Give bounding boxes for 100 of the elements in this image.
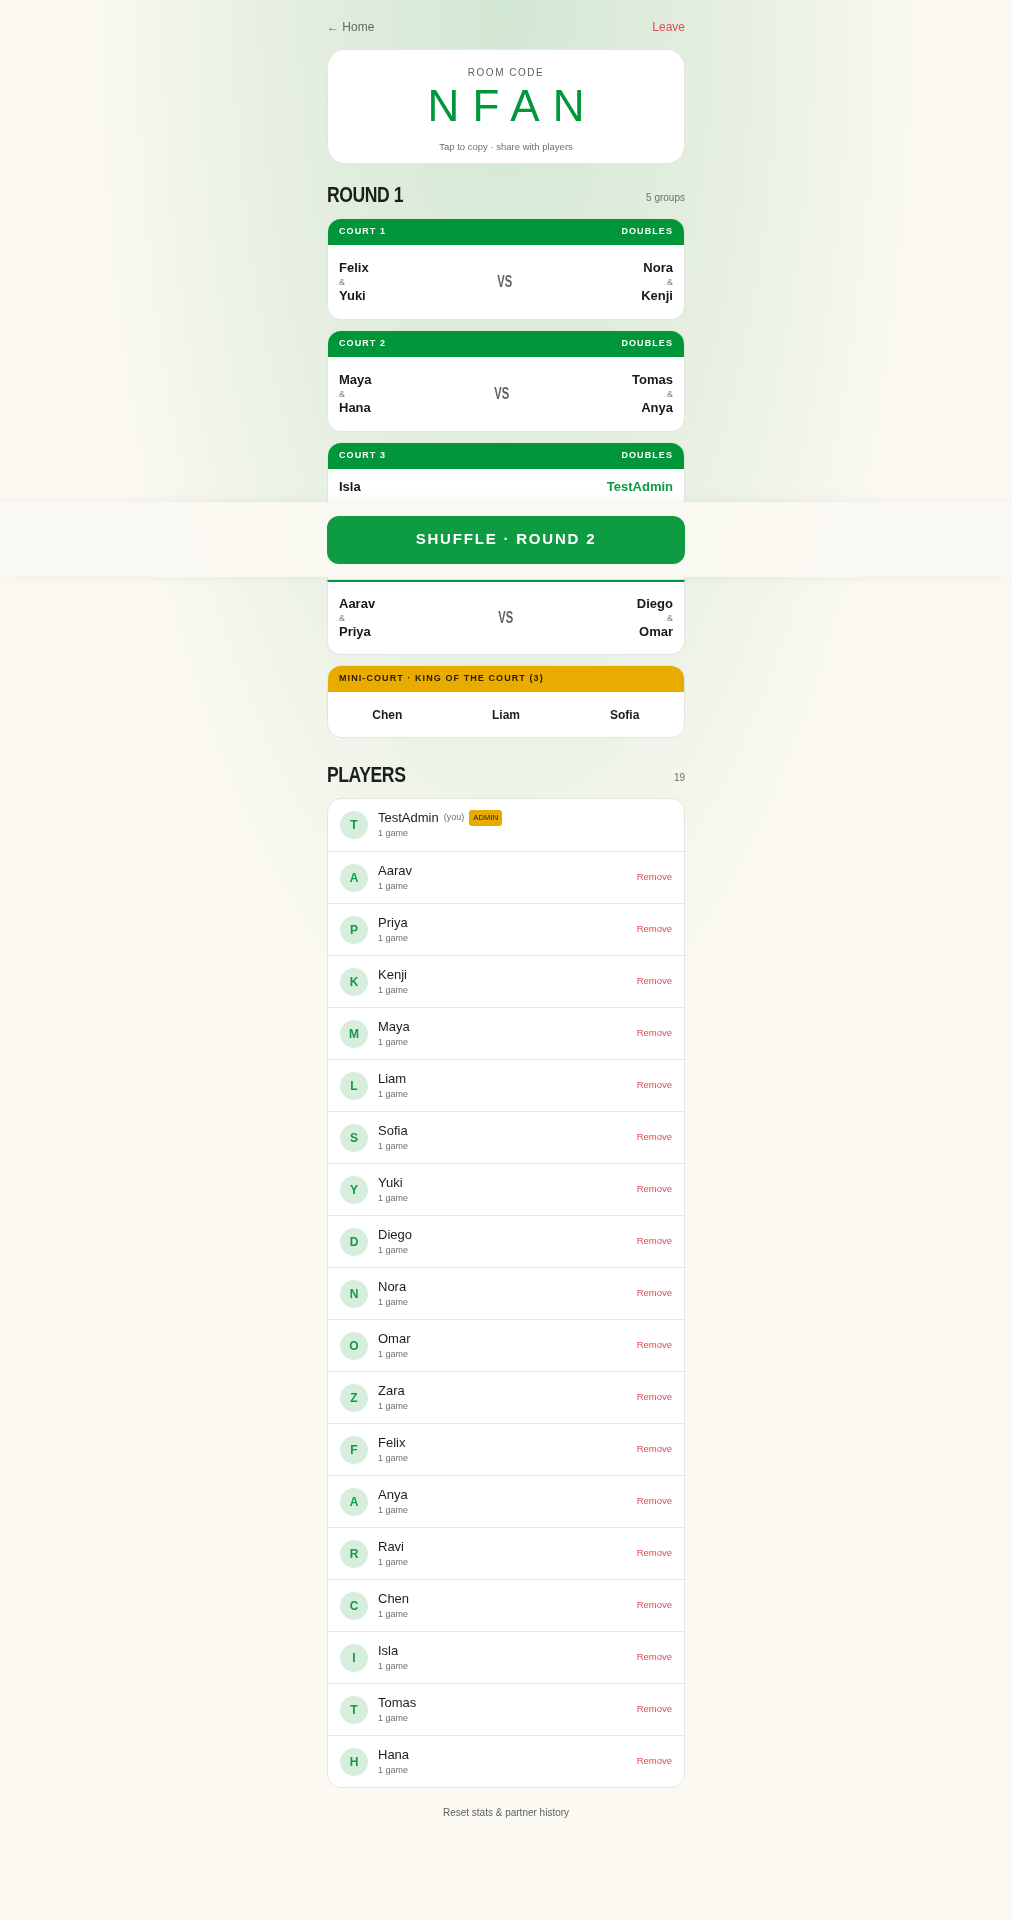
avatar: I xyxy=(340,1643,368,1672)
vs-label: VS xyxy=(494,384,510,404)
avatar: S xyxy=(340,1123,368,1152)
ampersand: & xyxy=(666,612,673,624)
games-count: 1 game xyxy=(378,1659,410,1673)
avatar: T xyxy=(340,811,368,839)
remove-button[interactable]: Remove xyxy=(636,1598,672,1613)
player-name: Priya xyxy=(378,914,408,931)
games-count: 1 game xyxy=(378,1555,410,1569)
avatar: F xyxy=(340,1435,368,1464)
avatar: L xyxy=(340,1071,368,1100)
player-name: Chen xyxy=(371,706,404,724)
home-link[interactable]: ← Home xyxy=(327,18,375,36)
remove-button[interactable]: Remove xyxy=(636,1702,672,1717)
player-name: Priya xyxy=(339,624,371,640)
room-code: NFAN xyxy=(426,82,598,130)
remove-button[interactable]: Remove xyxy=(636,1286,672,1301)
games-count: 1 game xyxy=(378,983,410,997)
player-name: Anya xyxy=(378,1486,408,1503)
avatar: K xyxy=(340,967,368,996)
player-name: Isla xyxy=(378,1642,399,1659)
leave-link[interactable]: Leave xyxy=(652,18,685,36)
court-label: COURT 3 xyxy=(339,449,387,463)
shuffle-button[interactable]: SHUFFLE · ROUND 2 xyxy=(327,515,685,564)
player-name: Chen xyxy=(378,1590,410,1607)
match-type: DOUBLES xyxy=(621,337,673,351)
player-name: Aarav xyxy=(339,596,376,612)
games-count: 1 game xyxy=(378,1191,410,1205)
remove-button[interactable]: Remove xyxy=(636,1494,672,1509)
games-count: 1 game xyxy=(378,1607,410,1621)
avatar: M xyxy=(340,1019,368,1048)
remove-button[interactable]: Remove xyxy=(636,1234,672,1249)
player-name: Tomas xyxy=(378,1694,417,1711)
ampersand: & xyxy=(667,388,673,400)
avatar: R xyxy=(340,1539,368,1568)
remove-button[interactable]: Remove xyxy=(636,1026,672,1041)
player-name: Isla xyxy=(339,479,361,495)
games-count: 1 game xyxy=(378,931,410,945)
player-name: Aarav xyxy=(378,862,412,879)
count-label: 19 xyxy=(673,771,685,785)
games-count: 1 game xyxy=(378,1711,410,1725)
remove-button[interactable]: Remove xyxy=(636,1650,672,1665)
player-name: Hana xyxy=(378,1746,410,1763)
round-title: ROUND 1 xyxy=(327,182,404,208)
player-name: Kenji xyxy=(378,966,407,983)
player-name: TestAdmin xyxy=(378,810,439,826)
avatar: N xyxy=(340,1279,368,1308)
player-name: Sofia xyxy=(378,1122,408,1139)
avatar: C xyxy=(340,1591,368,1620)
remove-button[interactable]: Remove xyxy=(636,1338,672,1353)
ampersand: & xyxy=(666,276,673,288)
games-count: 1 game xyxy=(378,1347,410,1361)
games-count: 1 game xyxy=(378,1451,410,1465)
vs-label: VS xyxy=(497,272,513,292)
ampersand: & xyxy=(339,612,345,624)
games-count: 1 game xyxy=(378,1399,410,1413)
games-count: 1 game xyxy=(378,1503,410,1517)
player-name: Hana xyxy=(339,400,371,416)
player-name: Maya xyxy=(378,1018,410,1035)
player-name: Diego xyxy=(378,1226,412,1243)
player-name: Yuki xyxy=(339,288,366,304)
remove-button[interactable]: Remove xyxy=(636,1078,672,1093)
player-name: Omar xyxy=(639,624,673,640)
player-name: Felix xyxy=(378,1434,406,1451)
games-count: 1 game xyxy=(378,827,410,840)
vs-label: VS xyxy=(498,608,514,628)
avatar: A xyxy=(340,1487,368,1516)
remove-button[interactable]: Remove xyxy=(636,870,672,885)
remove-button[interactable]: Remove xyxy=(636,1442,672,1457)
avatar: H xyxy=(340,1747,368,1776)
reset-link[interactable]: Reset stats & partner history xyxy=(442,1805,570,1820)
games-count: 1 game xyxy=(378,1139,410,1153)
avatar: T xyxy=(340,1695,368,1724)
ampersand: & xyxy=(339,276,345,288)
court-label: COURT 1 xyxy=(339,225,387,239)
remove-button[interactable]: Remove xyxy=(636,1182,672,1197)
avatar: A xyxy=(340,863,368,892)
player-name: Felix xyxy=(339,260,369,276)
you-tag: (you) xyxy=(443,811,465,825)
player-name: Nora xyxy=(378,1278,407,1295)
remove-button[interactable]: Remove xyxy=(636,1390,672,1405)
remove-button[interactable]: Remove xyxy=(636,922,672,937)
remove-button[interactable]: Remove xyxy=(636,1546,672,1561)
player-name: Diego xyxy=(636,596,673,612)
court-label: COURT 2 xyxy=(339,337,387,351)
player-name: Ravi xyxy=(378,1538,404,1555)
avatar: Y xyxy=(340,1175,368,1204)
player-name: Kenji xyxy=(641,288,673,304)
remove-button[interactable]: Remove xyxy=(636,974,672,989)
avatar: O xyxy=(340,1331,368,1360)
avatar: D xyxy=(340,1227,368,1256)
remove-button[interactable]: Remove xyxy=(636,1754,672,1769)
remove-button[interactable]: Remove xyxy=(636,1130,672,1145)
match-type: DOUBLES xyxy=(621,449,673,463)
room-code-card[interactable]: ROOM CODE NFAN Tap to copy · share with players xyxy=(327,49,685,164)
player-name: Liam xyxy=(491,706,521,724)
player-name: Omar xyxy=(378,1330,411,1347)
players-title: PLAYERS xyxy=(327,762,406,788)
count-label: 5 groups xyxy=(646,191,685,205)
games-count: 1 game xyxy=(378,1243,410,1257)
